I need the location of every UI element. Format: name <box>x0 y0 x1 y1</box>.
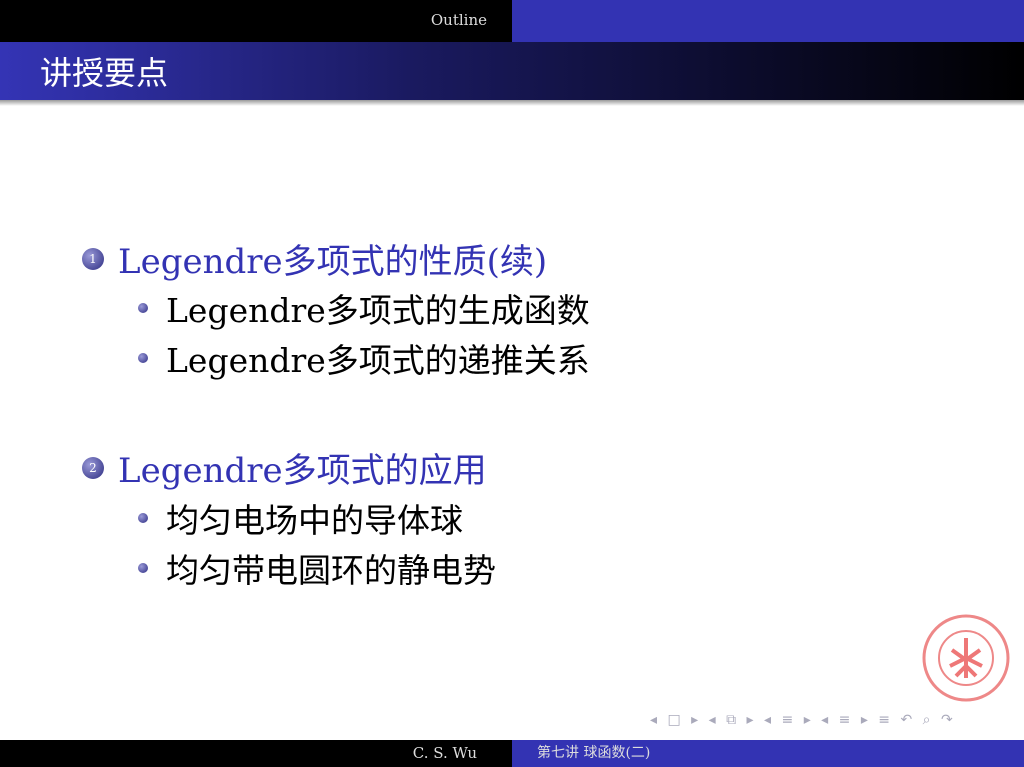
section-number: 2 <box>82 456 104 479</box>
footer-bar: C. S. Wu 第七讲 球函数(二) <box>0 740 1024 767</box>
bullet-icon <box>138 563 148 573</box>
section-1: 1 Legendre多项式的性质(续) <box>82 234 547 283</box>
footer-lecture-title: 第七讲 球函数(二) <box>512 740 1024 767</box>
list-item: Legendre多项式的递推关系 <box>138 334 590 382</box>
header-section[interactable]: Outline <box>0 0 512 42</box>
beamer-navigation[interactable]: ◂ □ ▸ ◂ ⧉ ▸ ◂ ≡ ▸ ◂ ≡ ▸ ≡ ↶ ⌕ ↷ <box>650 712 956 728</box>
frame-title: 讲授要点 <box>0 42 1024 100</box>
header-bar: Outline <box>0 0 1024 42</box>
list-item: Legendre多项式的生成函数 <box>138 284 590 332</box>
list-item: 均匀电场中的导体球 <box>138 494 463 542</box>
footer-author: C. S. Wu <box>0 740 512 767</box>
section-title: Legendre多项式的性质(续) <box>118 242 548 282</box>
bullet-icon <box>138 303 148 313</box>
list-item: 均匀带电圆环的静电势 <box>138 544 496 592</box>
university-logo <box>922 614 1010 702</box>
section-2: 2 Legendre多项式的应用 <box>82 443 487 492</box>
bullet-icon <box>138 353 148 363</box>
section-title: Legendre多项式的应用 <box>118 451 487 491</box>
bullet-icon <box>138 513 148 523</box>
section-number: 1 <box>82 247 104 270</box>
